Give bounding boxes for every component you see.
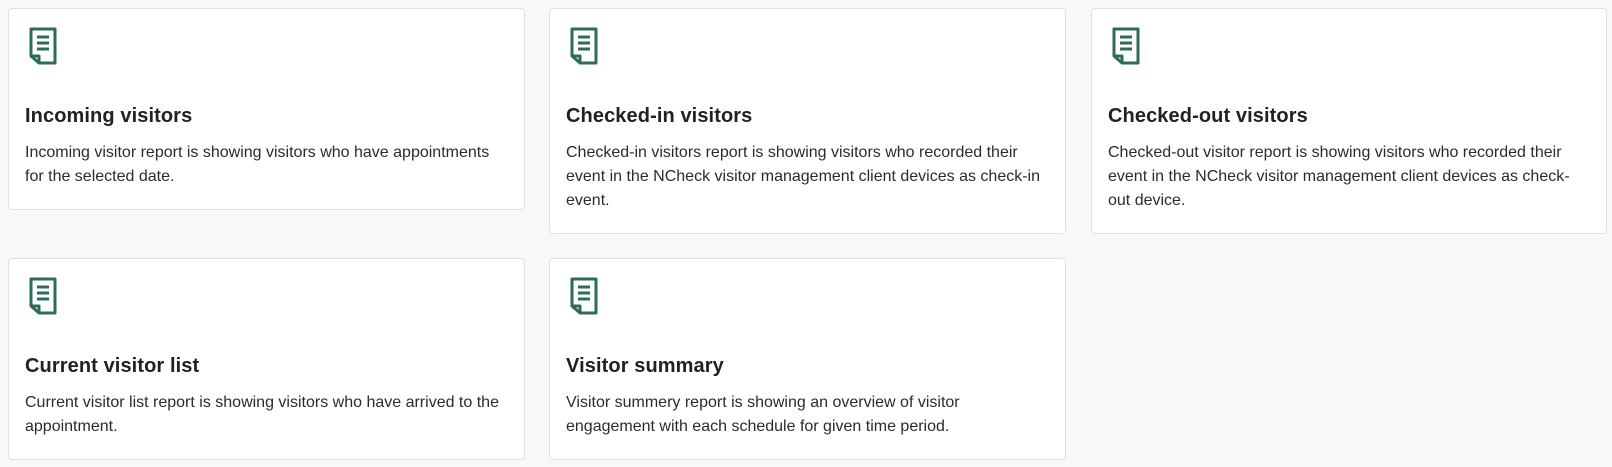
report-document-icon <box>570 27 598 65</box>
report-document-icon <box>29 27 57 65</box>
report-card-visitor-summary[interactable]: Visitor summary Visitor summery report i… <box>549 258 1066 460</box>
report-card-checked-out-visitors[interactable]: Checked-out visitors Checked-out visitor… <box>1091 8 1607 234</box>
report-card-description: Incoming visitor report is showing visit… <box>25 144 490 185</box>
report-card-title: Current visitor list <box>25 355 200 377</box>
report-card-description: Checked-out visitor report is showing vi… <box>1108 144 1570 209</box>
report-card-description: Visitor summery report is showing an ove… <box>566 394 960 435</box>
report-document-icon <box>29 277 57 315</box>
report-card-title: Checked-out visitors <box>1108 105 1308 127</box>
report-card-description: Current visitor list report is showing v… <box>25 394 499 435</box>
report-card-description: Checked-in visitors report is showing vi… <box>566 144 1040 209</box>
report-card-title: Checked-in visitors <box>566 105 753 127</box>
report-card-incoming-visitors[interactable]: Incoming visitors Incoming visitor repor… <box>8 8 525 210</box>
report-document-icon <box>570 277 598 315</box>
report-card-grid: Incoming visitors Incoming visitor repor… <box>0 0 1612 467</box>
report-card-current-visitor-list[interactable]: Current visitor list Current visitor lis… <box>8 258 525 460</box>
report-card-checked-in-visitors[interactable]: Checked-in visitors Checked-in visitors … <box>549 8 1066 234</box>
report-card-title: Visitor summary <box>566 355 724 377</box>
report-document-icon <box>1112 27 1140 65</box>
report-card-title: Incoming visitors <box>25 105 193 127</box>
